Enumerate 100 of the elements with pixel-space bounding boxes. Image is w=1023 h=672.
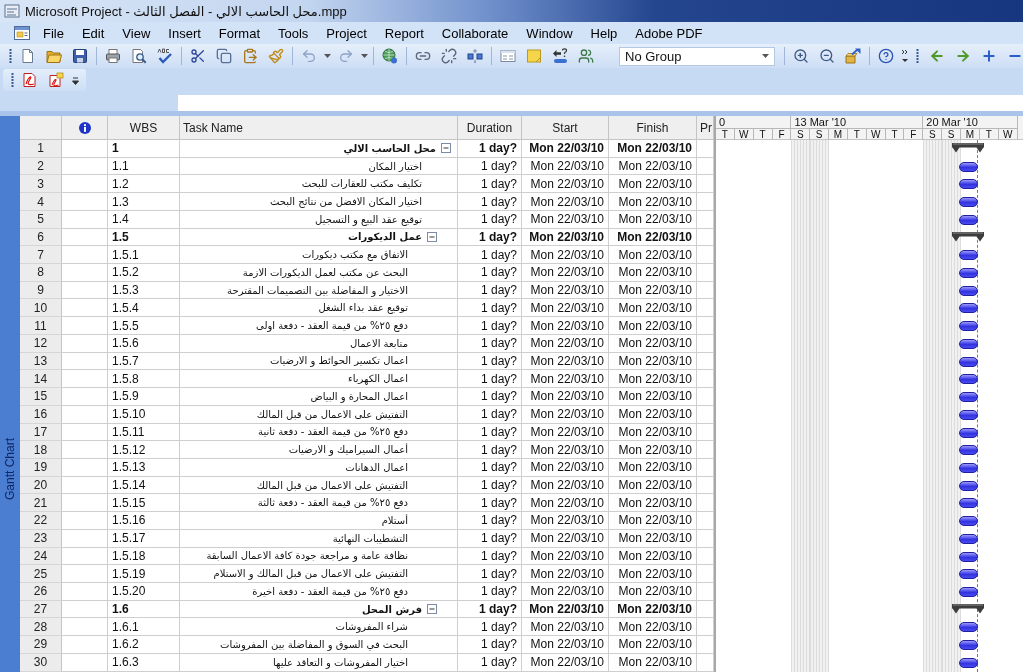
menu-item[interactable]: Help — [582, 24, 626, 42]
column-header[interactable]: Task Name — [180, 116, 458, 140]
task-bar[interactable] — [959, 640, 979, 651]
task-bar[interactable] — [959, 445, 979, 456]
printer-icon[interactable] — [105, 48, 121, 64]
pdf-icon[interactable] — [22, 72, 38, 88]
task-bar[interactable] — [959, 338, 979, 349]
wbs-cell: 1.5.8 — [108, 370, 180, 389]
task-bar[interactable] — [959, 586, 979, 597]
row-number: 21 — [20, 494, 62, 513]
task-bar[interactable] — [959, 462, 979, 473]
clipboard-icon[interactable] — [242, 48, 258, 64]
grip-icon[interactable] — [916, 49, 919, 63]
document-icon[interactable] — [14, 25, 30, 41]
task-bar[interactable] — [959, 197, 979, 208]
task-bar[interactable] — [959, 179, 979, 190]
save-icon[interactable] — [72, 48, 88, 64]
paintbrush-icon[interactable] — [268, 48, 284, 64]
task-bar[interactable] — [959, 161, 979, 172]
spellcheck-icon[interactable] — [157, 48, 173, 64]
view-bar[interactable]: Gantt Chart — [0, 116, 20, 672]
day-label: M — [961, 128, 980, 140]
copy-icon[interactable] — [216, 48, 232, 64]
menu-item[interactable]: Collaborate — [433, 24, 517, 42]
unlink-icon[interactable] — [441, 48, 457, 64]
box-arrow-icon[interactable] — [845, 48, 861, 64]
menu-item[interactable]: View — [114, 24, 159, 42]
overflow-icon[interactable] — [901, 48, 909, 64]
column-header[interactable]: Pr — [697, 116, 714, 140]
form-icon[interactable] — [500, 48, 516, 64]
task-bar[interactable] — [959, 409, 979, 420]
grip-icon[interactable] — [9, 49, 12, 63]
collapse-icon[interactable] — [427, 604, 437, 615]
wbs-cell: 1.5.1 — [108, 246, 180, 265]
menu-item[interactable]: Edit — [73, 24, 113, 42]
task-bar[interactable] — [959, 516, 979, 527]
task-bar[interactable] — [959, 551, 979, 562]
task-bar[interactable] — [959, 622, 979, 633]
globe-icon[interactable] — [382, 48, 398, 64]
task-bar[interactable] — [959, 214, 979, 225]
caret-icon[interactable] — [762, 54, 769, 58]
start-cell: Mon 22/03/10 — [522, 458, 609, 477]
duration-cell: 1 day? — [458, 388, 522, 406]
task-bar[interactable] — [959, 569, 979, 580]
table-cell — [697, 582, 714, 601]
split-icon[interactable] — [467, 48, 483, 64]
task-bar[interactable] — [959, 533, 979, 544]
summary-bar[interactable] — [952, 603, 985, 614]
menu-item[interactable]: Format — [210, 24, 268, 42]
table-cell — [697, 334, 714, 353]
finish-cell: Mon 22/03/10 — [609, 281, 697, 300]
zoom-in-icon[interactable] — [793, 48, 809, 64]
menu-item[interactable]: Adobe PDF — [627, 24, 711, 42]
task-bar[interactable] — [959, 356, 979, 367]
task-bar[interactable] — [959, 374, 979, 385]
menu-item[interactable]: Insert — [160, 24, 209, 42]
column-header[interactable]: Duration — [458, 116, 522, 140]
collapse-icon[interactable] — [427, 231, 437, 242]
collapse-icon[interactable] — [441, 143, 451, 154]
indicator-cell — [62, 140, 108, 158]
summary-bar[interactable] — [952, 231, 985, 242]
menu-item[interactable]: File — [35, 24, 72, 42]
summary-bar[interactable] — [952, 143, 985, 153]
users-icon[interactable] — [578, 48, 594, 64]
column-header[interactable]: Finish — [609, 116, 697, 140]
caret-icon[interactable] — [324, 54, 331, 58]
task-bar[interactable] — [959, 392, 979, 403]
help-icon[interactable] — [878, 48, 894, 64]
column-header[interactable] — [62, 116, 108, 140]
overflow-icon[interactable] — [72, 75, 79, 85]
menu-item[interactable]: Report — [376, 24, 432, 42]
day-label: F — [772, 128, 792, 140]
task-bar[interactable] — [959, 268, 979, 279]
column-header[interactable]: WBS — [108, 116, 180, 140]
task-bar[interactable] — [959, 285, 979, 296]
column-header[interactable]: Start — [522, 116, 609, 140]
menu-item[interactable]: Project — [318, 24, 375, 42]
task-bar[interactable] — [959, 480, 979, 491]
task-bar[interactable] — [959, 250, 979, 261]
scissors-icon[interactable] — [190, 48, 206, 64]
task-bar[interactable] — [959, 657, 979, 668]
file-icon[interactable] — [20, 48, 36, 64]
pdf-note-icon[interactable] — [48, 72, 64, 88]
task-bar[interactable] — [959, 303, 979, 314]
menu-item[interactable]: Tools — [270, 24, 317, 42]
print-preview-icon[interactable] — [131, 48, 147, 64]
task-bar[interactable] — [959, 321, 979, 332]
group-select[interactable]: No Group — [619, 46, 775, 66]
duration-cell: 1 day? — [458, 370, 522, 389]
plus-icon[interactable] — [981, 48, 997, 64]
zoom-out-icon[interactable] — [819, 48, 835, 64]
task-bar[interactable] — [959, 498, 979, 509]
arrow-question-icon[interactable] — [552, 48, 568, 64]
menu-item[interactable]: Window — [518, 24, 581, 42]
caret-icon[interactable] — [361, 54, 368, 58]
indicator-cell — [62, 636, 108, 654]
entry-field[interactable] — [178, 95, 1023, 111]
task-bar[interactable] — [959, 427, 979, 438]
folder-icon[interactable] — [46, 48, 62, 64]
grip-icon[interactable] — [11, 73, 14, 87]
